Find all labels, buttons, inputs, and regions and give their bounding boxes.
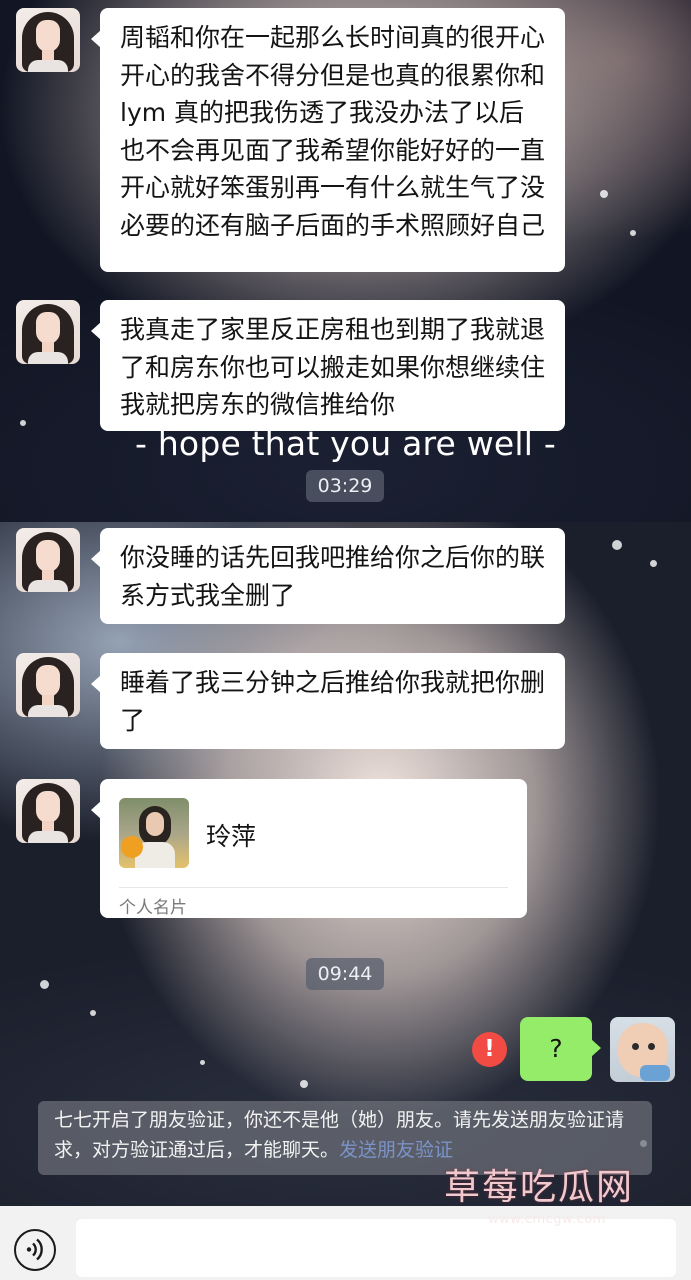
message-bubble[interactable]: 周韬和你在一起那么长时间真的很开心开心的我舍不得分但是也真的很累你和 lym 真… xyxy=(91,8,565,272)
message-bubble[interactable]: 你没睡的话先回我吧推给你之后你的联系方式我全删了 xyxy=(91,528,565,624)
watermark-logo: 草莓吃瓜网 xyxy=(444,1167,635,1208)
message-text: 周韬和你在一起那么长时间真的很开心开心的我舍不得分但是也真的很累你和 lym 真… xyxy=(120,23,546,240)
contact-card-name: 玲萍 xyxy=(206,822,257,851)
contact-avatar[interactable] xyxy=(16,300,80,364)
contact-avatar[interactable] xyxy=(16,528,80,592)
message-bubble[interactable]: 睡着了我三分钟之后推给你我就把你删了 xyxy=(91,653,565,749)
message-input[interactable] xyxy=(76,1219,676,1277)
message-text: 睡着了我三分钟之后推给你我就把你删了 xyxy=(120,668,546,735)
send-verification-link[interactable]: 发送朋友验证 xyxy=(339,1139,453,1161)
watermark-url: www.cmcgw.com xyxy=(488,1212,606,1227)
contact-avatar[interactable] xyxy=(16,653,80,717)
voice-icon[interactable] xyxy=(14,1229,56,1271)
background-caption: - hope that you are well - xyxy=(135,424,556,463)
error-icon[interactable]: ! xyxy=(472,1032,507,1067)
message-bubble[interactable]: 我真走了家里反正房租也到期了我就退了和房东你也可以搬走如果你想继续住我就把房东的… xyxy=(91,300,565,431)
contact-card[interactable]: 玲萍 个人名片 xyxy=(91,779,527,918)
contact-card-label: 个人名片 xyxy=(119,898,187,918)
message-text: 我真走了家里反正房租也到期了我就退了和房东你也可以搬走如果你想继续住我就把房东的… xyxy=(120,315,546,419)
my-avatar[interactable] xyxy=(610,1017,675,1082)
contact-avatar[interactable] xyxy=(16,8,80,72)
contact-card-divider xyxy=(119,887,508,888)
message-text: 你没睡的话先回我吧推给你之后你的联系方式我全删了 xyxy=(120,543,546,610)
timestamp: 03:29 xyxy=(306,470,384,502)
contact-avatar[interactable] xyxy=(16,779,80,843)
timestamp: 09:44 xyxy=(306,958,384,990)
contact-card-photo xyxy=(119,798,189,868)
my-message-bubble[interactable]: ? xyxy=(520,1017,601,1081)
my-message-text: ? xyxy=(549,1034,563,1063)
